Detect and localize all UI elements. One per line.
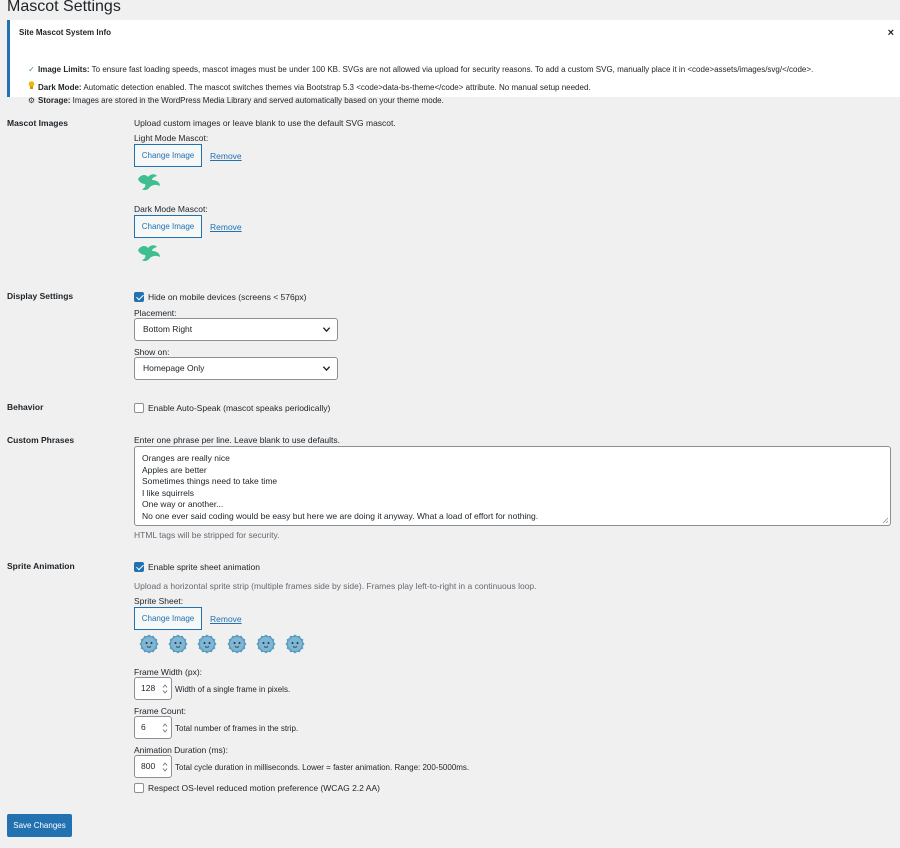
hide-mobile-checkbox[interactable] [134, 292, 144, 302]
mascot-images-description: Upload custom images or leave blank to u… [134, 118, 396, 128]
phrase-line: No one ever said coding would be easy bu… [142, 510, 539, 521]
behavior-heading: Behavior [7, 402, 44, 412]
show-on-value: Homepage Only [143, 363, 205, 373]
reduced-motion-checkbox[interactable] [134, 783, 144, 793]
placement-label: Placement: [134, 308, 177, 318]
lightbulb-icon [27, 81, 36, 92]
dark-mascot-preview [138, 245, 160, 262]
frame-width-value: 128 [141, 683, 156, 693]
sprite-frame [227, 634, 247, 654]
light-mascot-label: Light Mode Mascot: [134, 133, 209, 143]
enable-sprite-label: Enable sprite sheet animation [148, 562, 260, 572]
notice-title: Site Mascot System Info [19, 28, 112, 37]
notice-item-text: Automatic detection enabled. The mascot … [81, 83, 591, 92]
placement-select[interactable]: Bottom Right [134, 318, 338, 341]
gear-icon: ⚙ [27, 96, 36, 105]
duration-help: Total cycle duration in milliseconds. Lo… [175, 763, 470, 772]
sprite-frame [168, 634, 188, 654]
notice-item-storage: ⚙ Storage: Images are stored in the WordP… [27, 96, 444, 105]
duration-input[interactable]: 800 [134, 755, 172, 778]
notice-item-dark-mode: Dark Mode: Automatic detection enabled. … [27, 81, 591, 92]
save-changes-button[interactable]: Save Changes [7, 814, 72, 837]
frame-count-value: 6 [141, 722, 146, 732]
notice-item-label: Storage: [38, 96, 71, 105]
stepper-icon[interactable] [162, 761, 168, 773]
sprite-change-image-button[interactable]: Change Image [134, 607, 202, 630]
sprite-frame [139, 634, 159, 654]
phrase-line: Sometimes things need to take time [142, 476, 278, 487]
light-mascot-preview [138, 174, 160, 191]
auto-speak-label: Enable Auto-Speak (mascot speaks periodi… [148, 403, 331, 413]
notice-item-text: To ensure fast loading speeds, mascot im… [89, 65, 814, 74]
resize-handle-icon[interactable] [882, 517, 889, 524]
auto-speak-checkbox[interactable] [134, 403, 144, 413]
frame-count-help: Total number of frames in the strip. [175, 724, 299, 733]
mascot-images-heading: Mascot Images [7, 118, 68, 128]
custom-phrases-description: Enter one phrase per line. Leave blank t… [134, 435, 341, 445]
notice-item-image-limits: ✓ Image Limits: To ensure fast loading sp… [27, 65, 813, 74]
custom-phrases-textarea[interactable]: Oranges are really nice Apples are bette… [134, 446, 891, 526]
duration-value: 800 [141, 761, 156, 771]
page-title: Mascot Settings [7, 0, 121, 15]
hide-mobile-label: Hide on mobile devices (screens < 576px) [148, 292, 307, 302]
frame-width-input[interactable]: 128 [134, 677, 172, 700]
sprite-animation-heading: Sprite Animation [7, 561, 75, 571]
reduced-motion-label: Respect OS-level reduced motion preferen… [148, 783, 380, 793]
display-settings-heading: Display Settings [7, 291, 74, 301]
close-icon[interactable]: × [888, 27, 894, 39]
placement-value: Bottom Right [143, 324, 193, 334]
phrase-line: Apples are better [142, 464, 207, 475]
enable-sprite-checkbox[interactable] [134, 562, 144, 572]
check-icon: ✓ [28, 65, 35, 74]
sprite-description: Upload a horizontal sprite strip (multip… [134, 581, 537, 591]
show-on-label: Show on: [134, 347, 170, 357]
sprite-frame [256, 634, 276, 654]
custom-phrases-heading: Custom Phrases [7, 435, 75, 445]
frame-count-label: Frame Count: [134, 706, 186, 716]
chevron-down-icon [322, 327, 331, 333]
light-remove-link[interactable]: Remove [210, 151, 242, 161]
info-notice: Site Mascot System Info × ✓ Image Limits:… [7, 20, 900, 105]
custom-phrases-help: HTML tags will be stripped for security. [134, 530, 280, 540]
frame-count-input[interactable]: 6 [134, 716, 172, 739]
stepper-icon[interactable] [162, 722, 168, 734]
duration-label: Animation Duration (ms): [134, 745, 229, 755]
sprite-frame [285, 634, 305, 654]
dark-change-image-button[interactable]: Change Image [134, 215, 202, 238]
frame-width-label: Frame Width (px): [134, 667, 203, 677]
phrase-line: One way or another... [142, 499, 224, 510]
phrase-line: Oranges are really nice [142, 453, 230, 463]
show-on-select[interactable]: Homepage Only [134, 357, 338, 380]
light-change-image-button[interactable]: Change Image [134, 144, 202, 167]
notice-item-label: Dark Mode: [38, 83, 82, 92]
dark-mascot-label: Dark Mode Mascot: [134, 204, 208, 214]
notice-item-label: Image Limits: [38, 65, 90, 74]
sprite-frame [197, 634, 217, 654]
notice-item-text: Images are stored in the WordPress Media… [70, 96, 444, 105]
sprite-remove-link[interactable]: Remove [210, 614, 242, 624]
stepper-icon[interactable] [162, 683, 168, 695]
sprite-sheet-label: Sprite Sheet: [134, 596, 184, 606]
chevron-down-icon [322, 366, 331, 372]
dark-remove-link[interactable]: Remove [210, 222, 242, 232]
phrase-line: I like squirrels [142, 487, 194, 498]
frame-width-help: Width of a single frame in pixels. [175, 685, 291, 694]
